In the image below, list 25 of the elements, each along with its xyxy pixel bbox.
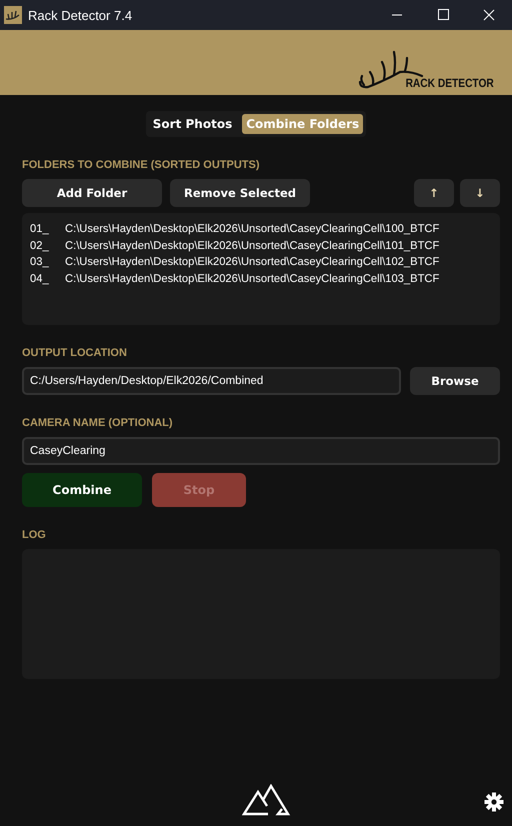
combine-button[interactable]: Combine — [22, 473, 142, 507]
folder-path[interactable]: C:\Users\Hayden\Desktop\Elk2026\Unsorted\CaseyClearingCell\100_BTCF — [65, 221, 440, 238]
section-label: LOG — [22, 529, 47, 541]
section-label: CAMERA NAME (OPTIONAL) — [22, 417, 174, 429]
app-icon — [4, 6, 22, 24]
list-index: 03_ — [30, 255, 50, 270]
window-title: Rack Detector 7.4 — [28, 8, 132, 22]
section-label: FOLDERS TO COMBINE (SORTED OUTPUTS) — [22, 159, 261, 171]
list-index: 02_ — [30, 238, 50, 254]
folder-path[interactable]: C:\Users\Hayden\Desktop\Elk2026\Unsorted\CaseyClearingCell\101_BTCF — [65, 238, 440, 254]
list-index: 04_ — [30, 272, 50, 286]
action-button[interactable]: Remove Selected — [170, 179, 310, 207]
arrow-button[interactable]: ↑ — [414, 179, 454, 207]
folder-path[interactable]: C:\Users\Hayden\Desktop\Elk2026\Unsorted\CaseyClearingCell\103_BTCF — [65, 270, 440, 287]
browse-button[interactable]: Browse — [410, 367, 500, 395]
settings-icon[interactable] — [484, 792, 504, 812]
logo-text: RACK DETECTOR — [406, 76, 494, 90]
camera-name-field[interactable]: CaseyClearing — [22, 437, 500, 465]
folder-path[interactable]: C:\Users\Hayden\Desktop\Elk2026\Unsorted\CaseyClearingCell\102_BTCF — [65, 254, 440, 270]
output-field[interactable]: C:/Users/Hayden/Desktop/Elk2026/Combined — [22, 367, 401, 395]
tab[interactable]: Sort Photos — [148, 114, 236, 134]
arrow-button[interactable]: ↓ — [460, 179, 500, 207]
list-index: 01_ — [30, 222, 50, 237]
action-button[interactable]: Add Folder — [22, 179, 162, 207]
section-label: OUTPUT LOCATION — [22, 347, 128, 359]
